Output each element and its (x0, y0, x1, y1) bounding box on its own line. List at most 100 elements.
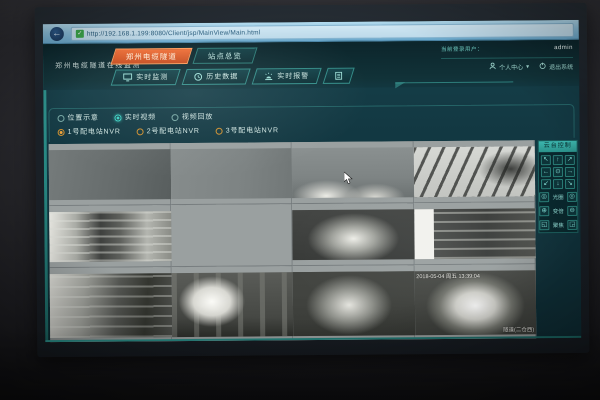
browser-back-button[interactable]: ← (50, 27, 64, 41)
iris-open-button[interactable]: ◎ (539, 192, 549, 202)
radio-circle-selected (58, 128, 65, 135)
camera-tile[interactable] (49, 205, 171, 268)
focus-near-button[interactable]: ◱ (539, 220, 549, 230)
header-divider-line (395, 81, 513, 83)
radio-label: 视频回放 (182, 112, 213, 122)
view-mode-radio-group: 位置示意 实时视频 视频回放 (57, 112, 213, 123)
camera-feed (49, 211, 171, 262)
chevron-down-icon: ▾ (526, 63, 529, 70)
screen: ← ✓ http://192.168.1.199:8080/Client/jsp… (43, 20, 581, 342)
radio-nvr-2[interactable]: 2号配电站NVR (137, 126, 200, 136)
ptz-up-left-button[interactable]: ↖ (541, 155, 551, 165)
radio-live-video[interactable]: 实时视频 (115, 112, 156, 122)
person-icon (489, 63, 496, 72)
tab-tunnel-label: 郑州电缆隧道 (126, 51, 177, 62)
power-icon (539, 62, 546, 71)
app-header: 郑州电缆隧道在线监测 郑州电缆隧道 站点总览 (43, 40, 579, 90)
ptz-up-right-button[interactable]: ↗ (565, 155, 575, 165)
radio-circle-selected (115, 114, 122, 121)
ptz-left-button[interactable]: ← (541, 167, 551, 177)
ptz-center-button[interactable]: ⊙ (553, 167, 563, 177)
camera-feed (50, 273, 172, 338)
login-user-label: 当前登录用户： (441, 45, 483, 53)
ptz-up-button[interactable]: ↑ (553, 155, 563, 165)
camera-timestamp: 2018-05-04 周五 13:39:04 (416, 272, 480, 280)
camera-tile[interactable] (292, 203, 414, 266)
camera-label: 隧道(二仓西) (503, 325, 534, 333)
toolbar-item-realtime-monitor[interactable]: 实时监测 (111, 69, 181, 86)
iris-label: 光圈 (551, 193, 565, 201)
ptz-panel: 云台控制 ↖ ↑ ↗ ← ⊙ → ↙ ↓ ↘ ◎ 光圈 (538, 140, 579, 233)
zoom-out-button[interactable]: ⊖ (567, 206, 577, 216)
header-divider-triangle (395, 82, 405, 88)
toolbar-item-history-data[interactable]: 历史数据 (182, 68, 251, 85)
ptz-focus-row: ◱ 聚焦 ◲ (539, 218, 577, 232)
camera-tile[interactable] (49, 143, 171, 206)
content-frame: 位置示意 实时视频 视频回放 (48, 104, 574, 142)
radio-label: 2号配电站NVR (147, 126, 200, 136)
logout-label: 退出系统 (549, 62, 573, 71)
camera-tile[interactable] (413, 140, 535, 203)
radio-label: 1号配电站NVR (68, 127, 121, 137)
document-icon (335, 72, 342, 80)
site-security-icon: ✓ (76, 30, 84, 38)
radio-label: 实时视频 (125, 112, 156, 122)
ptz-title: 云台控制 (539, 141, 577, 152)
ptz-right-button[interactable]: → (565, 167, 575, 177)
radio-label: 3号配电站NVR (226, 125, 279, 135)
radio-nvr-1[interactable]: 1号配电站NVR (58, 127, 121, 137)
monitor-icon (123, 73, 132, 81)
ptz-down-right-button[interactable]: ↘ (565, 179, 575, 189)
camera-feed (171, 272, 293, 337)
camera-tile[interactable] (171, 204, 293, 267)
toolbar-alarm-label: 实时报警 (277, 71, 309, 81)
camera-feed (414, 208, 536, 259)
alarm-icon (264, 72, 273, 80)
mouse-cursor-icon (344, 172, 353, 190)
zoom-label: 变倍 (551, 207, 565, 215)
logout-button[interactable]: 退出系统 (539, 62, 573, 71)
camera-feed (292, 209, 414, 260)
iris-close-button[interactable]: ◎ (567, 192, 577, 202)
radio-circle (216, 127, 223, 134)
ptz-down-left-button[interactable]: ↙ (541, 179, 551, 189)
zoom-in-button[interactable]: ⊕ (539, 206, 549, 216)
radio-position-map[interactable]: 位置示意 (57, 113, 98, 123)
camera-feed (49, 149, 171, 200)
camera-feed: 2018-05-04 周五 13:39:04 隧道(二仓西) (414, 270, 536, 335)
camera-tile[interactable]: 2018-05-04 周五 13:39:04 隧道(二仓西) (414, 264, 536, 342)
camera-tile[interactable] (293, 265, 415, 342)
radio-circle (172, 114, 179, 121)
tab-site-overview-label: 站点总览 (208, 50, 242, 61)
ptz-down-button[interactable]: ↓ (553, 179, 563, 189)
user-info-panel: 当前登录用户： admin 个人中心 ▾ (441, 44, 573, 72)
ptz-iris-row: ◎ 光圈 ◎ (539, 190, 577, 204)
video-wall: 2018-05-04 周五 13:39:04 隧道(二仓西) (49, 140, 537, 342)
monitor-bezel: ← ✓ http://192.168.1.199:8080/Client/jsp… (35, 3, 590, 357)
radio-video-playback[interactable]: 视频回放 (172, 112, 213, 122)
photo-of-monitor: ← ✓ http://192.168.1.199:8080/Client/jsp… (0, 0, 600, 400)
url-field[interactable]: ✓ http://192.168.1.199:8080/Client/jsp/M… (71, 23, 574, 41)
toolbar-item-more[interactable] (323, 68, 355, 84)
profile-button[interactable]: 个人中心 ▾ (489, 62, 529, 71)
tab-bar: 郑州电缆隧道 站点总览 (113, 47, 255, 64)
back-icon: ← (52, 28, 61, 38)
tab-site-overview[interactable]: 站点总览 (192, 47, 257, 64)
radio-circle (57, 114, 64, 121)
radio-circle (137, 128, 144, 135)
tab-tunnel[interactable]: 郑州电缆隧道 (110, 48, 192, 65)
ptz-direction-pad: ↖ ↑ ↗ ← ⊙ → ↙ ↓ ↘ (539, 152, 577, 190)
toolbar-history-label: 历史数据 (206, 72, 238, 82)
camera-tile[interactable] (171, 266, 293, 342)
radio-nvr-3[interactable]: 3号配电站NVR (216, 125, 279, 135)
app-page: 郑州电缆隧道在线监测 郑州电缆隧道 站点总览 (43, 40, 581, 342)
focus-label: 聚焦 (551, 221, 565, 229)
profile-label: 个人中心 (499, 62, 523, 71)
camera-tile[interactable] (414, 202, 536, 265)
camera-tile[interactable] (50, 267, 172, 342)
radio-label: 位置示意 (67, 113, 98, 123)
url-text: http://192.168.1.199:8080/Client/jsp/Mai… (87, 29, 261, 37)
toolbar-item-realtime-alarm[interactable]: 实时报警 (252, 68, 322, 85)
focus-far-button[interactable]: ◲ (567, 220, 577, 230)
camera-tile[interactable] (170, 142, 292, 205)
